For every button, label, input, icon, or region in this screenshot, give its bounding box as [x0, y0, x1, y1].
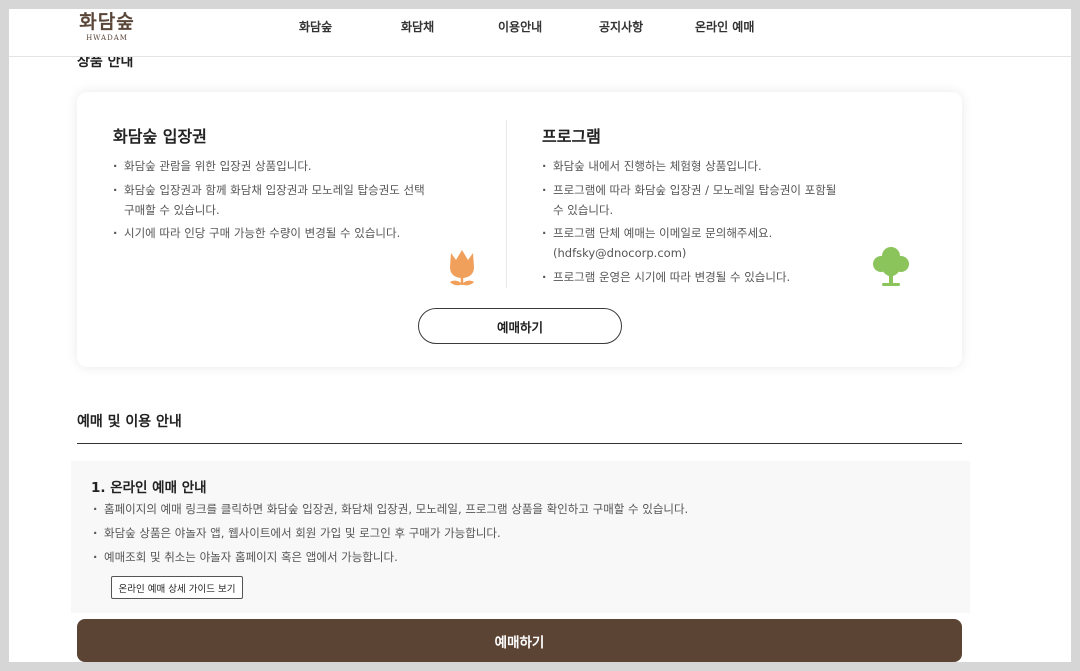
online-booking-info-box: 1. 온라인 예매 안내 홈페이지의 예매 링크를 클릭하면 화담숲 입장권, …: [71, 461, 970, 613]
nav-item-online-booking[interactable]: 온라인 예매: [695, 18, 754, 35]
admission-ticket-list: 화담숲 관람을 위한 입장권 상품입니다. 화담숲 입장권과 함께 화담채 입장…: [113, 156, 473, 247]
list-item: 예매조회 및 취소는 야놀자 홈페이지 혹은 앱에서 가능합니다.: [93, 547, 688, 567]
list-item: 프로그램에 따라 화담숲 입장권 / 모노레일 탑승권이 포함될: [542, 180, 882, 200]
booking-guide-button[interactable]: 온라인 예매 상세 가이드 보기: [111, 576, 243, 599]
column-divider: [506, 120, 507, 288]
program-list: 화담숲 내에서 진행하는 체험형 상품입니다. 프로그램에 따라 화담숲 입장권…: [542, 156, 882, 290]
site-header: 화담숲 HWADAM 화담숲 화담채 이용안내 공지사항 온라인 예매: [9, 9, 1071, 57]
list-item-continued: (hdfsky@dnocorp.com): [553, 246, 687, 260]
product-card: 화담숲 입장권 화담숲 관람을 위한 입장권 상품입니다. 화담숲 입장권과 함…: [77, 92, 962, 367]
logo-subtext: HWADAM: [86, 34, 128, 42]
nav-item-hwadamsup[interactable]: 화담숲: [299, 18, 332, 35]
list-item: 화담숲 입장권과 함께 화담채 입장권과 모노레일 탑승권도 선택: [113, 180, 473, 200]
booking-guide-title: 예매 및 이용 안내: [77, 414, 182, 430]
list-item: 화담숲 관람을 위한 입장권 상품입니다.: [113, 156, 473, 176]
list-item: 화담숲 내에서 진행하는 체험형 상품입니다.: [542, 156, 882, 176]
program-title: 프로그램: [542, 127, 601, 146]
list-item-continued: 수 있습니다.: [553, 202, 614, 217]
nav-item-hwadamchae[interactable]: 화담채: [401, 18, 434, 35]
list-item-continued: 구매할 수 있습니다.: [124, 202, 220, 217]
list-item: 화담숲 상품은 야놀자 앱, 웹사이트에서 회원 가입 및 로그인 후 구매가 …: [93, 523, 688, 543]
nav-item-notice[interactable]: 공지사항: [599, 18, 643, 35]
admission-ticket-title: 화담숲 입장권: [113, 127, 207, 146]
tulip-icon: [450, 250, 474, 286]
logo-text: 화담숲: [79, 11, 135, 33]
list-item: 프로그램 단체 예매는 이메일로 문의해주세요.: [542, 223, 882, 243]
sticky-book-button[interactable]: 예매하기: [77, 619, 962, 662]
section-divider: [77, 443, 962, 444]
browser-viewport: 화담숲 HWADAM 화담숲 화담채 이용안내 공지사항 온라인 예매 상품 안…: [9, 9, 1071, 662]
list-item: 프로그램 운영은 시기에 따라 변경될 수 있습니다.: [542, 267, 882, 287]
online-booking-list: 홈페이지의 예매 링크를 클릭하면 화담숲 입장권, 화담채 입장권, 모노레일…: [93, 499, 688, 571]
list-item: 홈페이지의 예매 링크를 클릭하면 화담숲 입장권, 화담채 입장권, 모노레일…: [93, 499, 688, 519]
tree-icon: [873, 247, 909, 286]
list-item: 시기에 따라 인당 구매 가능한 수량이 변경될 수 있습니다.: [113, 223, 473, 243]
nav-item-guide[interactable]: 이용안내: [498, 18, 542, 35]
site-logo[interactable]: 화담숲 HWADAM: [77, 10, 137, 42]
online-booking-heading: 1. 온라인 예매 안내: [91, 480, 207, 496]
book-button[interactable]: 예매하기: [418, 308, 622, 344]
